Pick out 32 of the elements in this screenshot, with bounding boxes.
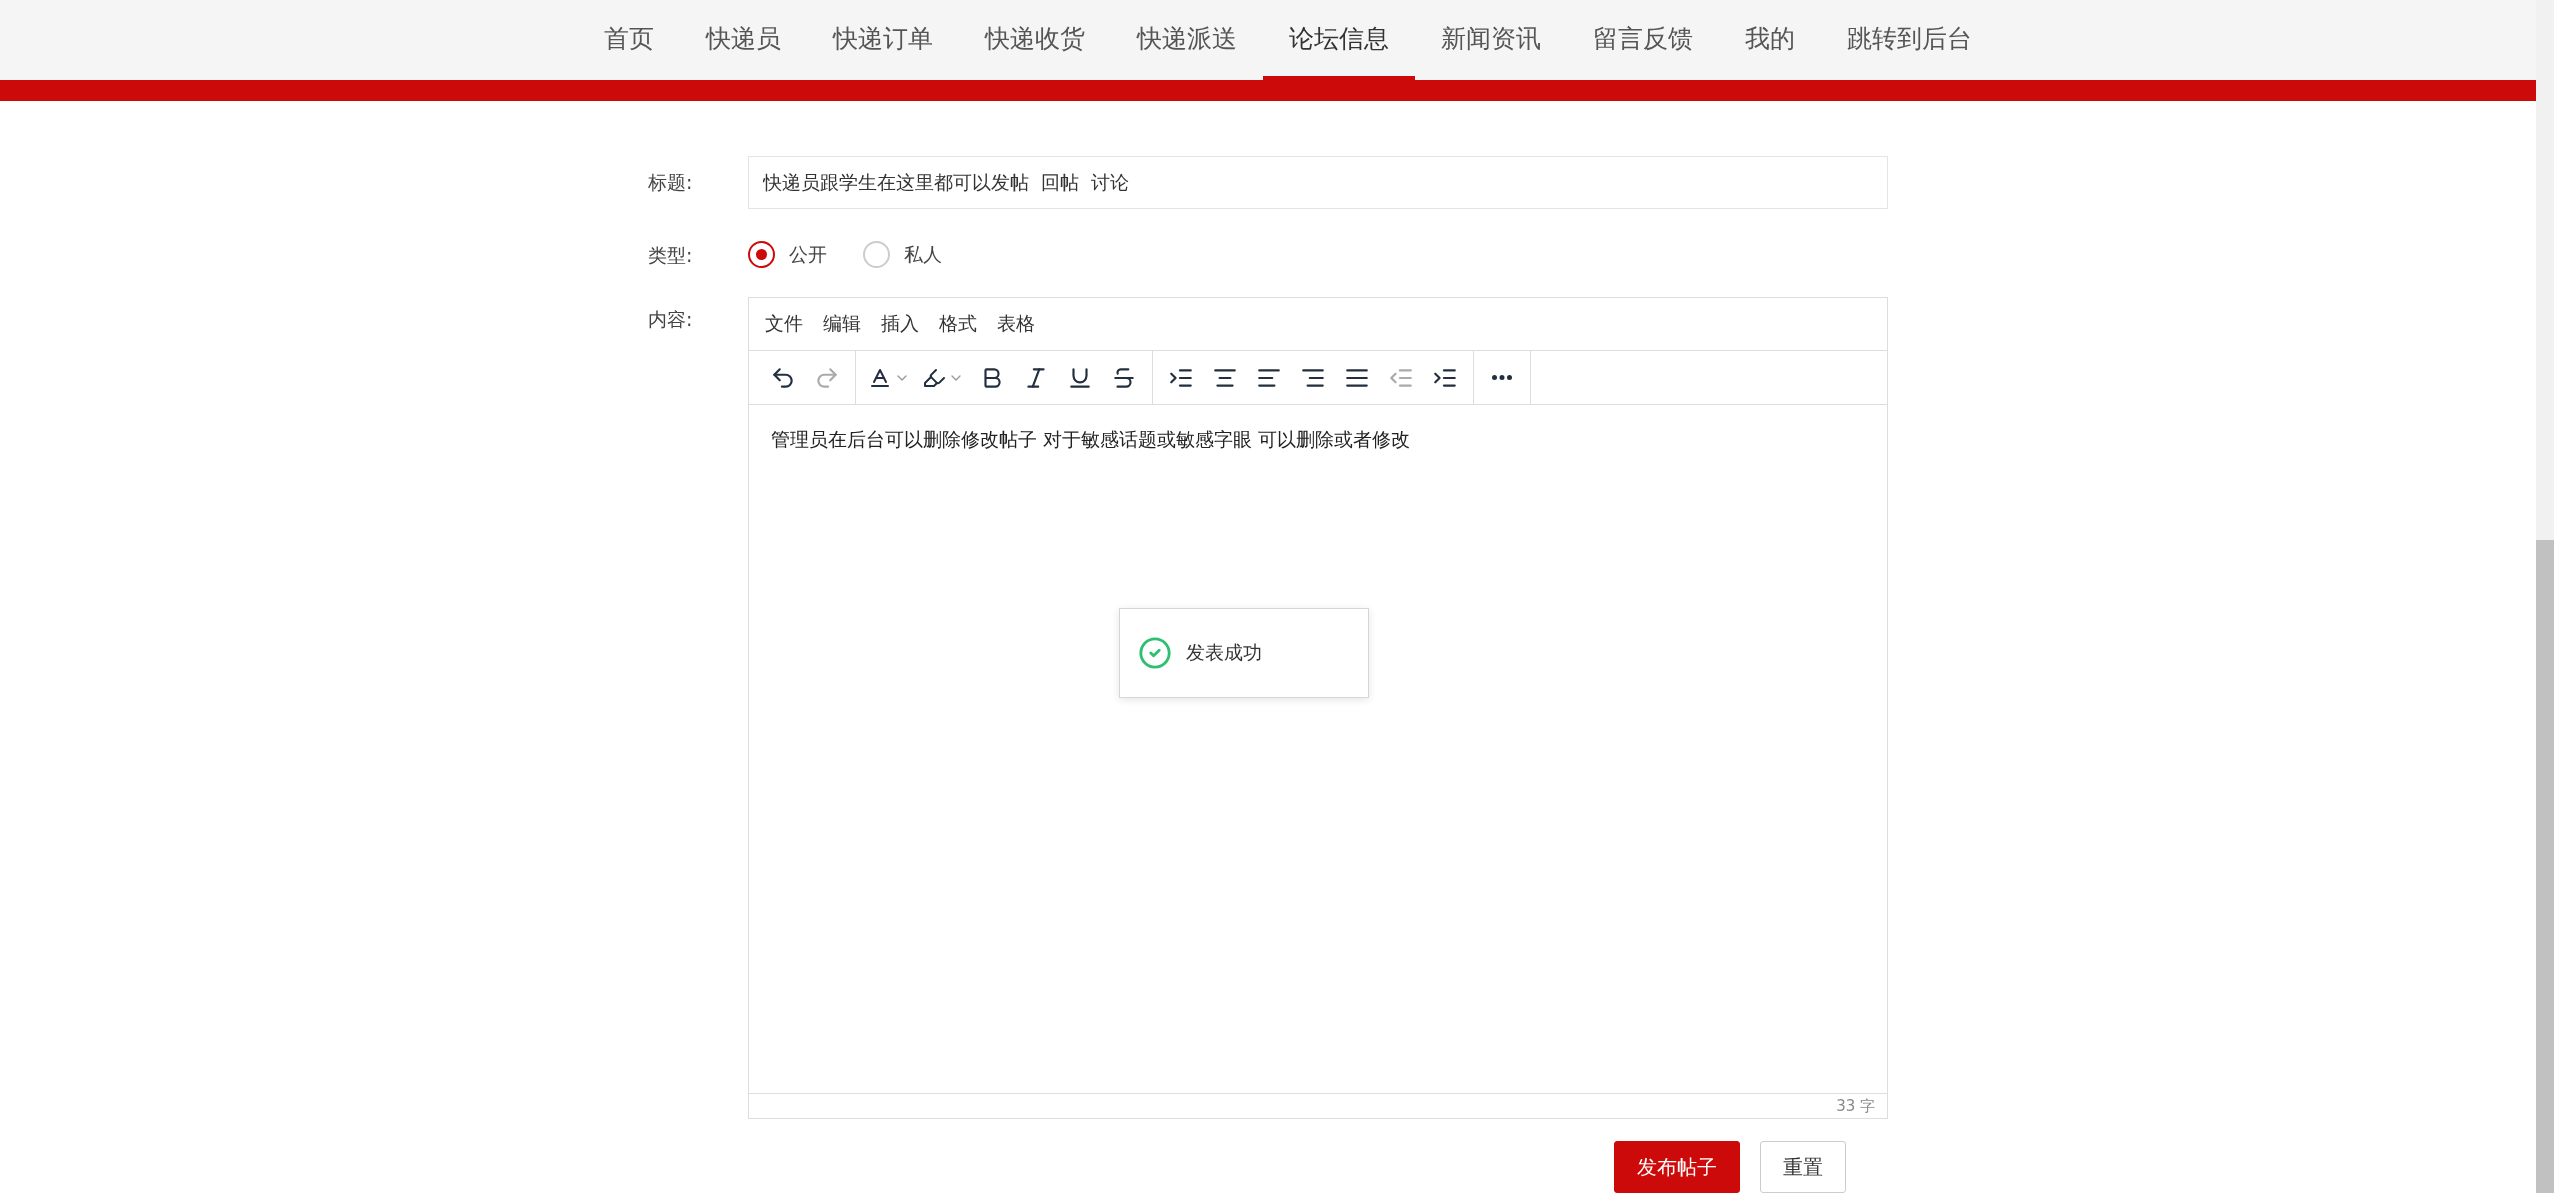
- editor-menu[interactable]: 文件: [757, 307, 811, 341]
- radio-circle[interactable]: [748, 241, 775, 268]
- editor-menu[interactable]: 格式: [931, 307, 985, 341]
- field-label: 标题:: [648, 170, 694, 195]
- nav-tab[interactable]: 快递员: [680, 0, 807, 80]
- toast-message: 发表成功: [1186, 640, 1262, 665]
- radio-option[interactable]: 公开: [748, 241, 827, 268]
- nav-tab[interactable]: 新闻资讯: [1415, 0, 1567, 80]
- word-count: 33 字: [1836, 1096, 1875, 1116]
- nav-tab[interactable]: 快递订单: [807, 0, 959, 80]
- nav-tab[interactable]: 首页: [578, 0, 680, 80]
- scrollbar-thumb[interactable]: [2536, 540, 2554, 1193]
- editor-text: 管理员在后台可以删除修改帖子 对于敏感话题或敏感字眼 可以删除或者修改: [771, 428, 1411, 450]
- nav-tab[interactable]: 我的: [1719, 0, 1821, 80]
- field-label: 内容:: [648, 307, 694, 332]
- editor-menu[interactable]: 编辑: [815, 307, 869, 341]
- nav-tab[interactable]: 快递收货: [959, 0, 1111, 80]
- field-label: 类型:: [648, 243, 694, 268]
- radio-label: 公开: [789, 241, 827, 267]
- nav-tab[interactable]: 快递派送: [1111, 0, 1263, 80]
- publish-button[interactable]: 发布帖子: [1614, 1141, 1740, 1193]
- reset-button[interactable]: 重置: [1760, 1141, 1846, 1193]
- nav-tab[interactable]: 留言反馈: [1567, 0, 1719, 80]
- radio-label: 私人: [904, 241, 942, 267]
- radio-option[interactable]: 私人: [863, 241, 942, 268]
- more-icon: [1492, 375, 1512, 380]
- scrollbar[interactable]: [2536, 0, 2554, 1193]
- editor-menu[interactable]: 表格: [989, 307, 1043, 341]
- check-circle-icon: [1138, 636, 1172, 670]
- editor-menu[interactable]: 插入: [873, 307, 927, 341]
- title-input[interactable]: 快递员跟学生在这里都可以发帖 回帖 讨论: [748, 156, 1888, 209]
- nav-tab[interactable]: 跳转到后台: [1821, 0, 1998, 80]
